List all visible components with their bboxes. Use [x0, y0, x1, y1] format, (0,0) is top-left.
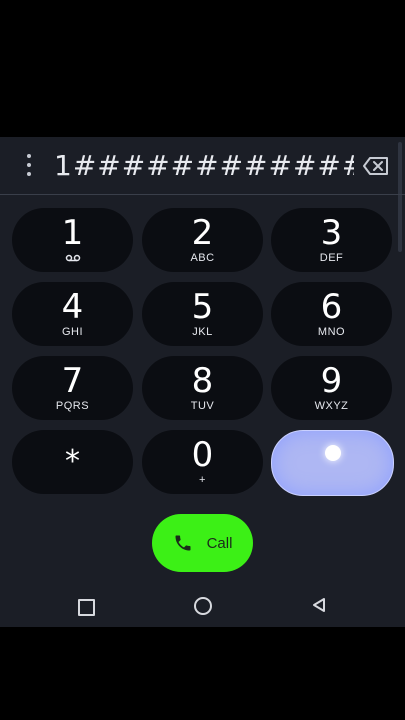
back-nav-button[interactable]: [311, 597, 327, 613]
key-sub: [65, 252, 81, 265]
key-3[interactable]: 3 DEF: [271, 208, 392, 272]
phone-icon: [175, 535, 191, 551]
recents-nav-button[interactable]: [78, 599, 95, 616]
scrollbar: [398, 142, 402, 252]
key-letters: DEF: [319, 251, 344, 264]
key-letters: +: [199, 473, 206, 486]
key-1[interactable]: 1: [12, 208, 133, 272]
key-digit: 0: [191, 434, 214, 475]
triangle-back-icon: [313, 598, 325, 612]
key-hash-pressed[interactable]: [271, 430, 394, 496]
key-digit: 5: [191, 286, 214, 327]
call-button[interactable]: Call: [152, 514, 253, 572]
backspace-button[interactable]: [362, 155, 390, 177]
key-digit: 8: [191, 360, 214, 401]
key-letters: GHI: [61, 325, 84, 338]
key-letters: MNO: [317, 325, 346, 338]
dialed-number[interactable]: 1##############: [54, 149, 354, 182]
divider: [0, 194, 405, 195]
key-7[interactable]: 7 PQRS: [12, 356, 133, 420]
status-area: [0, 0, 405, 137]
dialer-panel: 1############## 1 2 ABC 3 DEF 4 GHI: [0, 137, 405, 627]
key-6[interactable]: 6 MNO: [271, 282, 392, 346]
bottom-area: [0, 627, 405, 720]
key-digit: 4: [61, 286, 84, 327]
key-letters: TUV: [190, 399, 215, 412]
key-digit: 2: [191, 212, 214, 253]
backspace-icon: [363, 157, 388, 175]
key-digit: 9: [320, 360, 343, 401]
home-nav-button[interactable]: [194, 597, 212, 615]
touch-ripple: [324, 445, 341, 461]
key-letters: PQRS: [55, 399, 90, 412]
more-vert-dot: [27, 163, 31, 167]
key-9[interactable]: 9 WXYZ: [271, 356, 392, 420]
call-label: Call: [206, 534, 233, 552]
key-2[interactable]: 2 ABC: [142, 208, 263, 272]
key-digit: *: [65, 444, 80, 479]
key-letters: JKL: [192, 325, 213, 338]
voicemail-icon: [65, 254, 80, 262]
key-star[interactable]: *: [12, 430, 133, 494]
key-letters: WXYZ: [314, 399, 349, 412]
key-digit: 7: [61, 360, 84, 401]
key-8[interactable]: 8 TUV: [142, 356, 263, 420]
more-vert-icon: [27, 154, 31, 158]
key-letters: ABC: [190, 251, 215, 264]
key-digit: 6: [320, 286, 343, 327]
key-5[interactable]: 5 JKL: [142, 282, 263, 346]
key-digit: 3: [320, 212, 343, 253]
more-vert-dot: [27, 172, 31, 176]
key-digit: 1: [61, 212, 84, 253]
more-options-button[interactable]: [22, 154, 36, 176]
key-4[interactable]: 4 GHI: [12, 282, 133, 346]
key-0[interactable]: 0 +: [142, 430, 263, 494]
number-input-row: 1##############: [0, 137, 405, 252]
